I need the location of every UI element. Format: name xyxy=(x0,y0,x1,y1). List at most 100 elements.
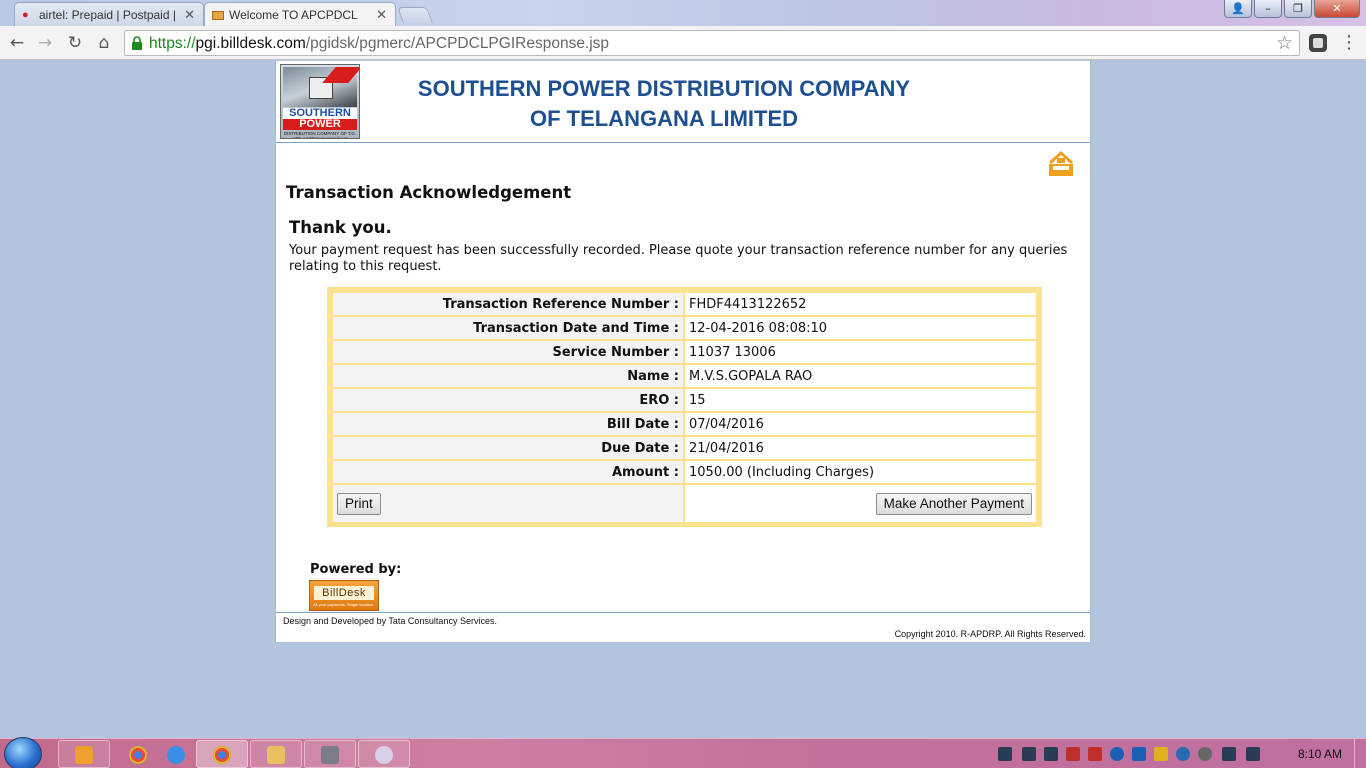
warning-icon[interactable] xyxy=(1154,747,1168,761)
table-row: Amount :1050.00 (Including Charges) xyxy=(333,461,1036,483)
row-label: Amount : xyxy=(333,461,683,483)
address-bar[interactable]: https://pgi.billdesk.com/pgidsk/pgmerc/A… xyxy=(124,30,1300,56)
transaction-details-box: Transaction Reference Number : FHDF441312… xyxy=(327,287,1042,527)
monitor-icon[interactable] xyxy=(1222,747,1236,761)
row-label: Service Number : xyxy=(333,341,683,363)
browser-titlebar: ● airtel: Prepaid | Postpaid | ✕ Welcome… xyxy=(0,0,1366,26)
footer-divider xyxy=(276,612,1090,613)
company-name: SOUTHERN POWER DISTRIBUTION COMPANY OF T… xyxy=(416,74,912,134)
row-value: 1050.00 (Including Charges) xyxy=(685,461,1036,483)
start-button-icon[interactable] xyxy=(4,737,42,768)
tab-label: airtel: Prepaid | Postpaid | xyxy=(39,7,176,22)
row-label: Due Date : xyxy=(333,437,683,459)
row-value: 11037 13006 xyxy=(685,341,1036,363)
row-value: M.V.S.GOPALA RAO xyxy=(685,365,1036,387)
back-icon[interactable]: ← xyxy=(6,32,28,54)
table-row: Name : M.V.S.GOPALA RAO xyxy=(333,365,1036,387)
system-tray: 8:10 AM xyxy=(986,739,1366,768)
url-text: https://pgi.billdesk.com/pgidsk/pgmerc/A… xyxy=(149,35,610,52)
table-row: Service Number :11037 13006 xyxy=(333,341,1036,363)
volume-icon[interactable] xyxy=(1022,747,1036,761)
row-label: Bill Date : xyxy=(333,413,683,435)
house-home-icon[interactable] xyxy=(1046,149,1076,179)
row-value: 07/04/2016 xyxy=(685,413,1036,435)
browser-toolbar: ← → ↻ ⌂ https://pgi.billdesk.com/pgidsk/… xyxy=(0,26,1366,60)
billdesk-logo: BillDesk All your payments. Single locat… xyxy=(309,580,379,611)
thank-you-heading: Thank you. xyxy=(289,218,392,237)
close-window-button[interactable]: ✕ xyxy=(1314,0,1360,18)
copyright-text: Copyright 2010. R-APDRP. All Rights Rese… xyxy=(894,629,1086,639)
chrome-icon xyxy=(213,746,231,764)
billdesk-logo-text: BillDesk xyxy=(314,586,374,600)
row-value: FHDF4413122652 xyxy=(685,293,1036,315)
confirmation-message: Your payment request has been successful… xyxy=(289,243,1068,274)
display-icon[interactable] xyxy=(1132,747,1146,761)
logo-subtext: DISTRIBUTION COMPANY OF T.G. LTD. Lighti… xyxy=(283,131,357,139)
signal-icon[interactable] xyxy=(1044,747,1058,761)
row-label: ERO : xyxy=(333,389,683,411)
user-icon[interactable]: 👤 xyxy=(1224,0,1252,18)
tab-airtel[interactable]: ● airtel: Prepaid | Postpaid | ✕ xyxy=(14,2,204,26)
flag-icon[interactable] xyxy=(1246,747,1260,761)
print-cell: Print xyxy=(333,485,683,522)
battery-icon[interactable] xyxy=(1066,747,1080,761)
tab-apcpdcl[interactable]: Welcome TO APCPDCL ✕ xyxy=(204,2,396,26)
menu-icon[interactable]: ⋮ xyxy=(1338,32,1360,54)
chrome-icon xyxy=(129,746,147,764)
lock-icon xyxy=(132,36,142,50)
row-label: Transaction Date and Time : xyxy=(333,317,683,339)
make-another-payment-button[interactable]: Make Another Payment xyxy=(875,492,1032,515)
bookmark-star-icon[interactable]: ☆ xyxy=(1276,32,1293,54)
row-label: Transaction Reference Number : xyxy=(333,293,683,315)
powered-by-label: Powered by: xyxy=(310,562,402,577)
maximize-button[interactable]: ❐ xyxy=(1284,0,1312,18)
window-controls: 👤 – ❐ ✕ xyxy=(1222,0,1360,18)
logo-text-bottom: POWER xyxy=(283,119,357,130)
taskbar-paint[interactable] xyxy=(358,740,410,768)
row-value: 12-04-2016 08:08:10 xyxy=(685,317,1036,339)
taskbar-explorer[interactable] xyxy=(250,740,302,768)
row-value: 15 xyxy=(685,389,1036,411)
speaker-icon xyxy=(321,746,339,764)
company-logo: SOUTHERN POWER DISTRIBUTION COMPANY OF T… xyxy=(280,64,360,139)
taskbar-chrome-active[interactable] xyxy=(196,740,248,768)
company-name-line1: SOUTHERN POWER DISTRIBUTION COMPANY xyxy=(417,76,911,101)
taskbar-media-player[interactable] xyxy=(58,740,110,768)
minimize-button[interactable]: – xyxy=(1254,0,1282,18)
airtel-favicon-icon: ● xyxy=(22,9,29,21)
update-icon[interactable] xyxy=(1110,747,1124,761)
forward-icon[interactable]: → xyxy=(34,32,56,54)
company-name-line2: OF TELANGANA LIMITED xyxy=(529,106,799,131)
page-title: Transaction Acknowledgement xyxy=(286,183,572,202)
page-content: SOUTHERN POWER DISTRIBUTION COMPANY OF T… xyxy=(275,61,1091,642)
media-player-icon xyxy=(75,746,93,764)
taskbar: 8:10 AM xyxy=(0,737,1366,768)
windows-flag-icon[interactable] xyxy=(998,747,1012,761)
print-button[interactable]: Print xyxy=(337,492,381,515)
internet-explorer-icon xyxy=(167,746,185,764)
reload-icon[interactable]: ↻ xyxy=(64,32,86,54)
extension-icon[interactable] xyxy=(1308,33,1328,53)
table-row: ERO :15 xyxy=(333,389,1036,411)
show-desktop-button[interactable] xyxy=(1354,739,1366,768)
folder-icon xyxy=(267,746,285,764)
taskbar-ie[interactable] xyxy=(150,740,202,768)
designed-by-text: Design and Developed by Tata Consultancy… xyxy=(283,616,497,626)
row-value: 21/04/2016 xyxy=(685,437,1036,459)
another-payment-cell: Make Another Payment xyxy=(685,485,1036,522)
close-icon[interactable]: ✕ xyxy=(184,7,195,23)
network-icon[interactable] xyxy=(1088,747,1102,761)
transaction-table: Transaction Reference Number : FHDF441312… xyxy=(331,291,1038,524)
new-tab-button[interactable] xyxy=(397,7,433,23)
tab-label: Welcome TO APCPDCL xyxy=(229,7,358,22)
table-row: Due Date :21/04/2016 xyxy=(333,437,1036,459)
paint-icon xyxy=(375,746,393,764)
skype-icon[interactable] xyxy=(1176,747,1190,761)
settings-gear-icon[interactable] xyxy=(1198,747,1212,761)
table-row: Transaction Date and Time :12-04-2016 08… xyxy=(333,317,1036,339)
home-icon[interactable]: ⌂ xyxy=(93,32,115,54)
close-icon[interactable]: ✕ xyxy=(376,7,387,23)
billdesk-tagline: All your payments. Single location. xyxy=(313,602,375,607)
taskbar-volume-app[interactable] xyxy=(304,740,356,768)
taskbar-clock[interactable]: 8:10 AM xyxy=(1298,747,1342,761)
